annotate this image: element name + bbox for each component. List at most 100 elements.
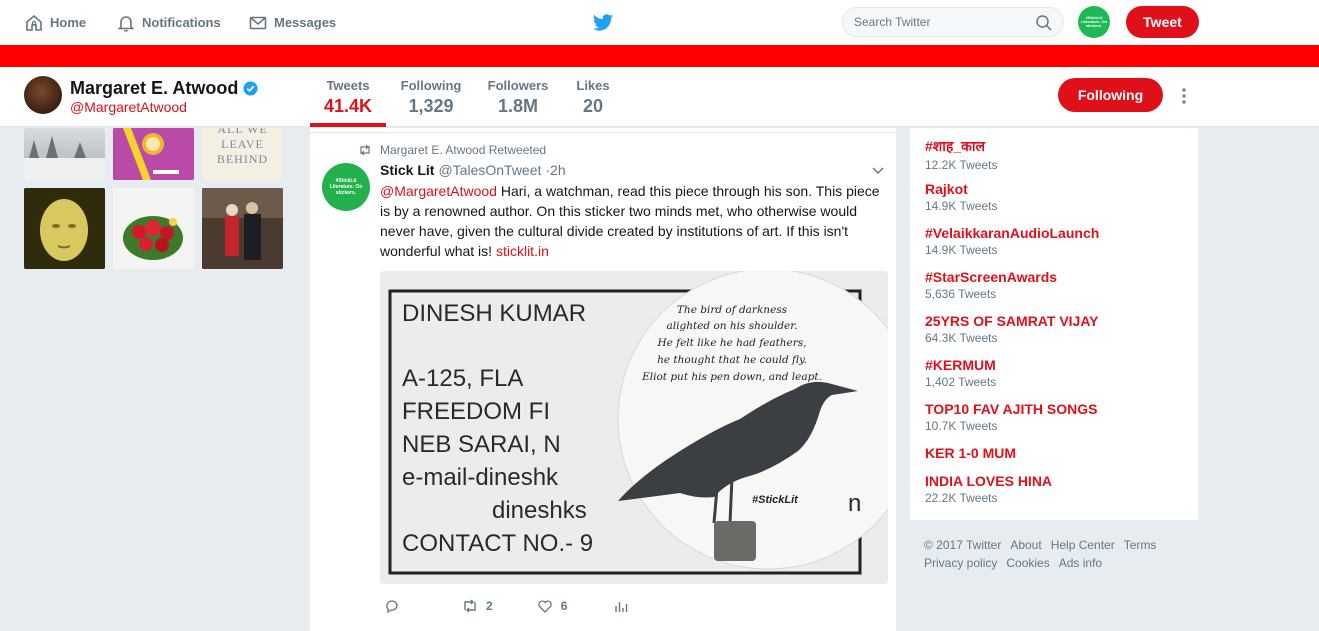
tweet-link[interactable]: sticklit.in <box>496 243 549 259</box>
stat-likes-value: 20 <box>582 96 604 116</box>
snow-landscape-image <box>24 136 105 180</box>
photo-thumbnail[interactable] <box>24 188 105 269</box>
footer-link-terms[interactable]: Terms <box>1124 538 1157 552</box>
stat-tweets-label: Tweets <box>326 78 370 93</box>
photo-thumbnail[interactable] <box>113 128 194 180</box>
sticker-poem-line: he thought that he could fly. <box>657 354 807 366</box>
verified-badge-icon <box>243 81 258 96</box>
trends-panel: #शाह_काल 12.2K Tweets Rajkot 14.9K Tweets … <box>910 128 1198 520</box>
trend-item[interactable]: Rajkot 14.9K Tweets <box>925 181 998 213</box>
couple-photo-image <box>202 188 283 269</box>
trend-item[interactable]: INDIA LOVES HINA 22.2K Tweets <box>925 473 1052 505</box>
roses-bouquet-image <box>113 188 194 269</box>
footer-link-cookies[interactable]: Cookies <box>1006 556 1049 570</box>
sticker-poem-line: alighted on his shoulder. <box>667 320 798 332</box>
card-text-trail: n <box>848 490 861 517</box>
more-options-icon[interactable] <box>1180 87 1188 105</box>
stat-followers[interactable]: Followers 1.8M <box>486 78 550 117</box>
trend-item[interactable]: #शाह_काल 12.2K Tweets <box>925 137 998 172</box>
twitter-bird-icon[interactable] <box>592 12 614 34</box>
compose-tweet-button[interactable]: Tweet <box>1126 6 1199 38</box>
sticker-photo: DINESH KUMAR A-125, FLA FREEDOM FI NEB S… <box>380 271 888 584</box>
profile-name: Margaret E. Atwood <box>70 78 239 98</box>
book-title-line: ALL WE <box>217 128 268 136</box>
book-cover-image <box>113 128 194 180</box>
retweet-count: 2 <box>486 599 493 613</box>
stat-followers-label: Followers <box>487 78 549 93</box>
tweet-media-image[interactable]: DINESH KUMAR A-125, FLA FREEDOM FI NEB S… <box>380 271 888 584</box>
tweet-author-avatar[interactable]: #StickLit Literature. On stickers. <box>322 163 370 211</box>
trend-name: #VelaikkaranAudioLaunch <box>925 225 1100 241</box>
trend-count: 1,402 Tweets <box>925 375 997 389</box>
photo-thumbnail[interactable] <box>24 128 105 180</box>
trend-count: 64.3K Tweets <box>925 331 998 345</box>
trend-count: 5,636 Tweets <box>925 287 997 301</box>
trend-name: 25YRS OF SAMRAT VIJAY <box>925 313 1099 329</box>
footer-link-help[interactable]: Help Center <box>1051 538 1115 552</box>
card-text-line: CONTACT NO.- 9 <box>402 530 593 557</box>
sticker-poem-line: The bird of darkness <box>677 304 788 316</box>
trend-name: Rajkot <box>925 181 968 197</box>
nav-home-label: Home <box>50 15 87 30</box>
tweet-timestamp[interactable]: ·2h <box>545 162 565 178</box>
reply-button[interactable] <box>384 598 400 614</box>
trend-item[interactable]: #VelaikkaranAudioLaunch 14.9K Tweets <box>925 225 1099 257</box>
profile-handle[interactable]: @MargaretAtwood <box>70 99 187 115</box>
nav-notifications[interactable]: Notifications <box>116 0 221 45</box>
stat-followers-value: 1.8M <box>497 96 539 116</box>
stat-tweets-value: 41.4K <box>323 96 373 116</box>
search-input[interactable]: Search Twitter <box>842 7 1064 37</box>
heart-icon <box>537 600 552 613</box>
footer-link-privacy[interactable]: Privacy policy <box>924 556 997 570</box>
card-text-line: FREEDOM FI <box>402 398 550 425</box>
footer-link-about[interactable]: About <box>1010 538 1041 552</box>
search-icon[interactable] <box>1035 14 1053 32</box>
trend-name: #शाह_काल <box>925 138 986 154</box>
following-button[interactable]: Following <box>1058 78 1163 112</box>
envelope-icon <box>249 16 267 29</box>
stat-likes-label: Likes <box>576 78 610 93</box>
profile-avatar[interactable] <box>24 76 62 114</box>
timeline-divider <box>310 132 896 133</box>
nav-home[interactable]: Home <box>24 0 86 45</box>
trend-count: 10.7K Tweets <box>925 419 998 433</box>
photo-thumbnail[interactable]: ALL WE LEAVE BEHIND <box>202 128 283 180</box>
profile-name-row: Margaret E. Atwood <box>70 78 258 99</box>
retweet-icon <box>464 599 476 613</box>
trend-item[interactable]: KER 1-0 MUM <box>925 445 1016 461</box>
retweet-button[interactable]: 2 <box>462 598 493 614</box>
trend-count: 12.2K Tweets <box>925 158 998 172</box>
nav-notifications-label: Notifications <box>142 15 221 30</box>
trend-item[interactable]: 25YRS OF SAMRAT VIJAY 64.3K Tweets <box>925 313 1099 345</box>
nav-messages-label: Messages <box>274 15 337 30</box>
search-placeholder: Search Twitter <box>854 15 931 29</box>
retweet-context[interactable]: Margaret E. Atwood Retweeted <box>358 143 546 157</box>
chevron-down-icon[interactable] <box>872 166 884 176</box>
book-title-line: BEHIND <box>216 152 269 166</box>
top-navigation: Home Notifications Messages Search Twitt… <box>0 0 1319 45</box>
trend-item[interactable]: #KERMUM 1,402 Tweets <box>925 357 996 389</box>
profile-header-band <box>0 45 1319 67</box>
trend-name: INDIA LOVES HINA <box>925 473 1053 489</box>
like-button[interactable]: 6 <box>537 598 567 614</box>
photo-thumbnail[interactable] <box>113 188 194 269</box>
tweet-author-handle[interactable]: @TalesOnTweet <box>438 162 541 178</box>
photo-thumbnail[interactable] <box>202 188 283 269</box>
stat-tweets[interactable]: Tweets 41.4K <box>318 78 378 117</box>
trend-item[interactable]: TOP10 FAV AJITH SONGS 10.7K Tweets <box>925 401 1097 433</box>
card-text-line: DINESH KUMAR <box>402 300 586 327</box>
trend-item[interactable]: #StarScreenAwards 5,636 Tweets <box>925 269 1057 301</box>
analytics-button[interactable] <box>613 598 629 614</box>
retweet-context-text: Margaret E. Atwood Retweeted <box>380 143 547 157</box>
footer-link-ads[interactable]: Ads info <box>1059 556 1102 570</box>
tweet-mention[interactable]: @MargaretAtwood <box>380 183 497 199</box>
bell-icon <box>117 15 135 32</box>
card-text-line: NEB SARAI, N <box>402 431 561 458</box>
stat-following[interactable]: Following 1,329 <box>398 78 464 117</box>
crow-perch <box>714 521 756 561</box>
tweet-author-name[interactable]: Stick Lit <box>380 162 434 178</box>
account-avatar[interactable]: #StickLit Literature. On stickers. <box>1078 6 1110 38</box>
trend-name: #StarScreenAwards <box>925 269 1058 285</box>
nav-messages[interactable]: Messages <box>248 0 336 45</box>
stat-likes[interactable]: Likes 20 <box>573 78 613 117</box>
